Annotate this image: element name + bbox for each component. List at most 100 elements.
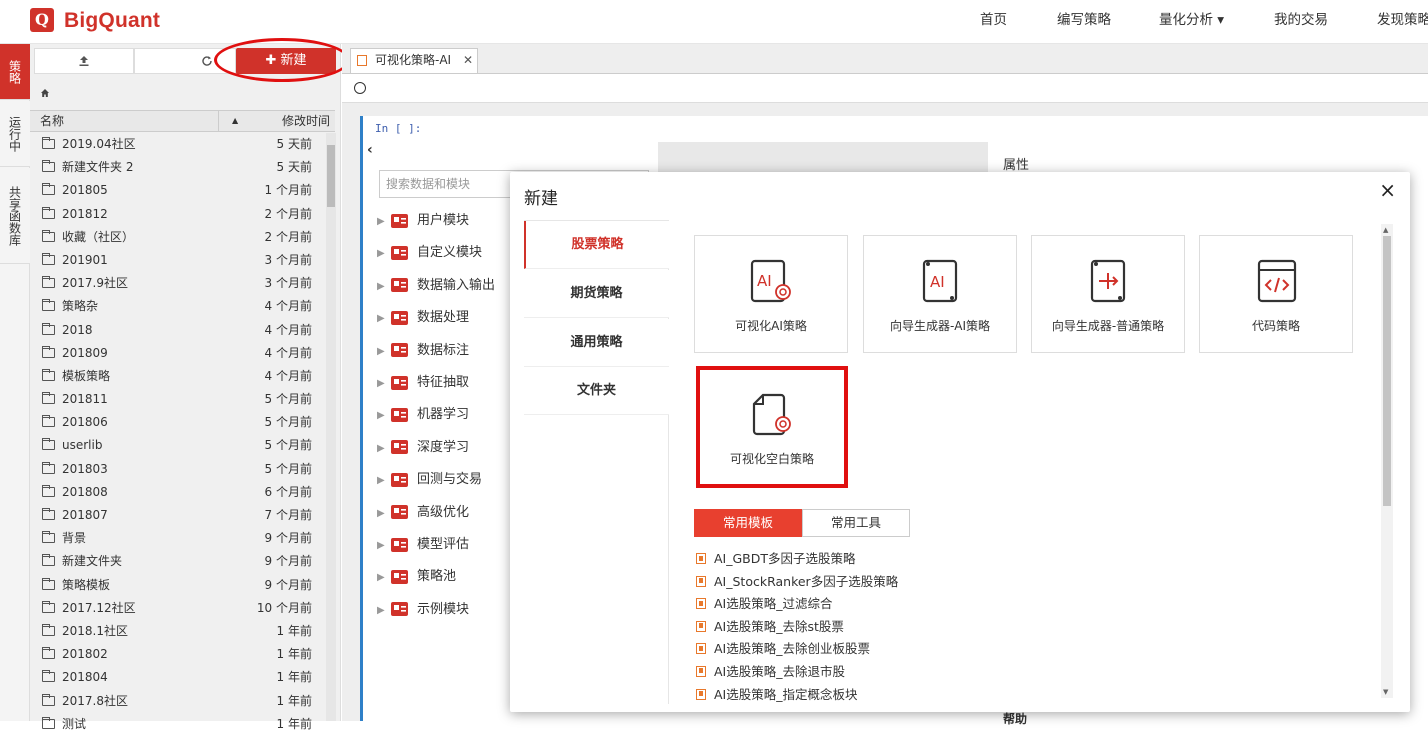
module-icon [389,374,411,392]
template-item[interactable]: AI选股策略_去除创业板股票 [696,638,1356,661]
category-general-strategy[interactable]: 通用策略 [524,319,669,367]
file-row[interactable]: 201804 1 年前 [30,666,326,689]
template-label: AI选股策略_过滤综合 [714,596,833,612]
folder-icon [41,670,55,683]
file-row[interactable]: 201901 3 个月前 [30,249,326,272]
file-name: 2018 [62,322,93,337]
file-row[interactable]: 模板策略 4 个月前 [30,365,326,388]
file-row[interactable]: 2018 4 个月前 [30,319,326,342]
nav-write-strategy[interactable]: 编写策略 [1057,0,1111,44]
tab-strategies[interactable]: 策略 [0,44,30,100]
template-item[interactable]: AI_GBDT多因子选股策略 [696,548,1356,571]
home-icon[interactable] [40,88,50,101]
column-name[interactable]: 名称 [40,111,64,131]
tab-common-templates[interactable]: 常用模板 [694,509,802,537]
folder-icon [41,647,55,660]
logo-icon[interactable]: Q [30,8,54,32]
template-item[interactable]: AI选股策略_过滤综合 [696,593,1356,616]
module-icon [389,568,411,586]
collapse-panel-icon[interactable]: ‹ [367,142,373,158]
module-item[interactable]: ▶ 回测与交易 [377,467,482,493]
file-row[interactable]: 201805 1 个月前 [30,179,326,202]
file-row[interactable]: 测试 1 年前 [30,713,326,736]
tab-shared-functions[interactable]: 共享函数库 [0,168,30,264]
template-item[interactable]: AI选股策略_去除退市股 [696,661,1356,684]
nav-my-trading[interactable]: 我的交易 [1274,0,1328,44]
folder-icon [41,693,55,706]
file-row[interactable]: 2018.1社区 1 年前 [30,620,326,643]
file-row[interactable]: 策略杂 4 个月前 [30,295,326,318]
template-item[interactable]: AI选股策略_指定概念板块 [696,684,1356,707]
category-futures-strategy[interactable]: 期货策略 [524,270,669,318]
card-wizard-normal-strategy[interactable]: 向导生成器-普通策略 [1031,235,1185,353]
close-icon[interactable]: × [1379,180,1396,200]
document-tab[interactable]: 可视化策略-AI ✕ [350,48,478,73]
category-stock-strategy[interactable]: 股票策略 [524,221,669,269]
brand-name[interactable]: BigQuant [64,9,160,33]
file-row[interactable]: 201803 5 个月前 [30,458,326,481]
module-item[interactable]: ▶ 特征抽取 [377,370,469,396]
close-tab-icon[interactable]: ✕ [463,49,473,72]
file-list-scrollbar[interactable] [326,133,336,721]
file-row[interactable]: 201809 4 个月前 [30,342,326,365]
file-row[interactable]: 201807 7 个月前 [30,504,326,527]
file-name: 收藏（社区） [62,229,135,244]
expand-arrow-icon: ▶ [377,313,385,325]
upload-button[interactable] [34,48,134,74]
folder-icon [41,276,55,289]
file-row[interactable]: 201812 2 个月前 [30,203,326,226]
file-row[interactable]: 201802 1 年前 [30,643,326,666]
file-row[interactable]: 201806 5 个月前 [30,411,326,434]
template-item[interactable]: AI选股策略_去除st股票 [696,616,1356,639]
module-item[interactable]: ▶ 策略池 [377,564,456,590]
card-visual-ai-strategy[interactable]: AI 可视化AI策略 [694,235,848,353]
file-row[interactable]: 收藏（社区） 2 个月前 [30,226,326,249]
tab-common-tools[interactable]: 常用工具 [802,509,910,537]
help-label[interactable]: 帮助 [1003,710,1027,727]
file-row[interactable]: 201808 6 个月前 [30,481,326,504]
file-row[interactable]: 201811 5 个月前 [30,388,326,411]
module-item[interactable]: ▶ 数据处理 [377,305,469,331]
module-item[interactable]: ▶ 模型评估 [377,532,469,558]
category-folder[interactable]: 文件夹 [524,367,669,415]
module-item[interactable]: ▶ 示例模块 [377,597,469,623]
file-row[interactable]: 2017.8社区 1 年前 [30,690,326,713]
file-row[interactable]: 2019.04社区 5 天前 [30,133,326,156]
file-name: 策略模板 [62,577,111,592]
module-icon [389,212,411,230]
module-item[interactable]: ▶ 自定义模块 [377,240,482,266]
template-item[interactable]: AI_StockRanker多因子选股策略 [696,571,1356,594]
sort-asc-icon[interactable]: ▲ [232,111,238,131]
file-row[interactable]: 背景 9 个月前 [30,527,326,550]
folder-icon [41,392,55,405]
dialog-scrollbar[interactable]: ▲ ▼ [1381,224,1393,698]
file-row[interactable]: 2017.12社区 10 个月前 [30,597,326,620]
folder-icon [41,484,55,497]
code-icon [1257,259,1297,303]
annotation-ellipse [214,38,350,82]
tab-running[interactable]: 运行中 [0,101,30,167]
module-item[interactable]: ▶ 机器学习 [377,402,469,428]
nav-home[interactable]: 首页 [980,0,1007,44]
nav-quant-analysis[interactable]: 量化分析 ▾ [1159,0,1224,44]
file-row[interactable]: 新建文件夹 9 个月前 [30,550,326,573]
file-modified-time: 1 年前 [276,623,312,638]
file-name: 策略杂 [62,299,99,314]
file-row[interactable]: 策略模板 9 个月前 [30,574,326,597]
card-wizard-ai-strategy[interactable]: AI 向导生成器-AI策略 [863,235,1017,353]
visual-ai-icon: AI [750,259,791,303]
nav-discover-strategy[interactable]: 发现策略 [1377,0,1428,44]
file-row[interactable]: 新建文件夹 2 5 天前 [30,156,326,179]
module-item[interactable]: ▶ 高级优化 [377,500,469,526]
card-code-strategy[interactable]: 代码策略 [1199,235,1353,353]
column-modified-time[interactable]: 修改时间 [282,111,330,131]
module-item[interactable]: ▶ 数据标注 [377,338,469,364]
module-item[interactable]: ▶ 数据输入输出 [377,273,495,299]
properties-label: 属性 [1003,158,1030,173]
module-item[interactable]: ▶ 用户模块 [377,208,469,234]
module-item[interactable]: ▶ 深度学习 [377,435,469,461]
file-row[interactable]: 2017.9社区 3 个月前 [30,272,326,295]
expand-arrow-icon: ▶ [377,216,385,227]
file-row[interactable]: userlib 5 个月前 [30,434,326,457]
folder-icon [41,160,55,173]
